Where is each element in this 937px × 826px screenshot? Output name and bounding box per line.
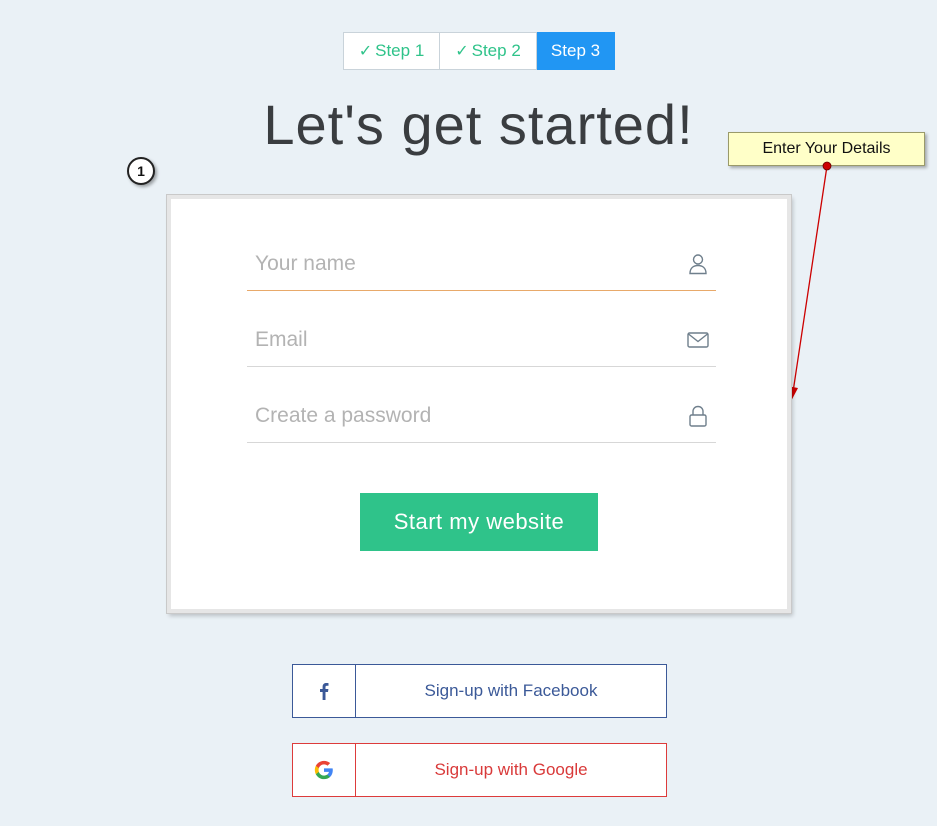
google-icon [293,744,356,796]
step-3-tab[interactable]: Step 3 [537,32,615,70]
facebook-signup-button[interactable]: Sign-up with Facebook [292,664,667,718]
step-1-label: Step 1 [375,41,425,60]
password-field [247,389,716,443]
check-icon: ✓ [358,43,373,60]
facebook-signup-label: Sign-up with Facebook [424,681,598,700]
step-1-tab[interactable]: ✓ Step 1 [343,32,440,70]
envelope-icon [686,328,710,352]
user-icon [686,252,710,276]
email-field [247,313,716,367]
annotation-callout: Enter Your Details [728,132,925,166]
facebook-icon [293,665,356,717]
step-3-label: Step 3 [550,41,601,60]
start-my-website-button[interactable]: Start my website [360,493,598,551]
email-input[interactable] [247,327,655,352]
step-progress: ✓ Step 1 ✓ Step 2 Step 3 [343,32,615,70]
name-field [247,237,716,291]
signup-form-card: Start my website [166,194,792,614]
annotation-number-badge: 1 [127,157,155,185]
step-2-tab[interactable]: ✓ Step 2 [440,32,537,70]
check-icon: ✓ [455,43,469,60]
password-input[interactable] [247,403,655,428]
lock-icon [686,404,710,428]
google-signup-label: Sign-up with Google [434,760,588,779]
callout-text: Enter Your Details [762,140,891,157]
step-2-label: Step 2 [471,41,521,60]
google-signup-button[interactable]: Sign-up with Google [292,743,667,797]
name-input[interactable] [247,251,655,276]
